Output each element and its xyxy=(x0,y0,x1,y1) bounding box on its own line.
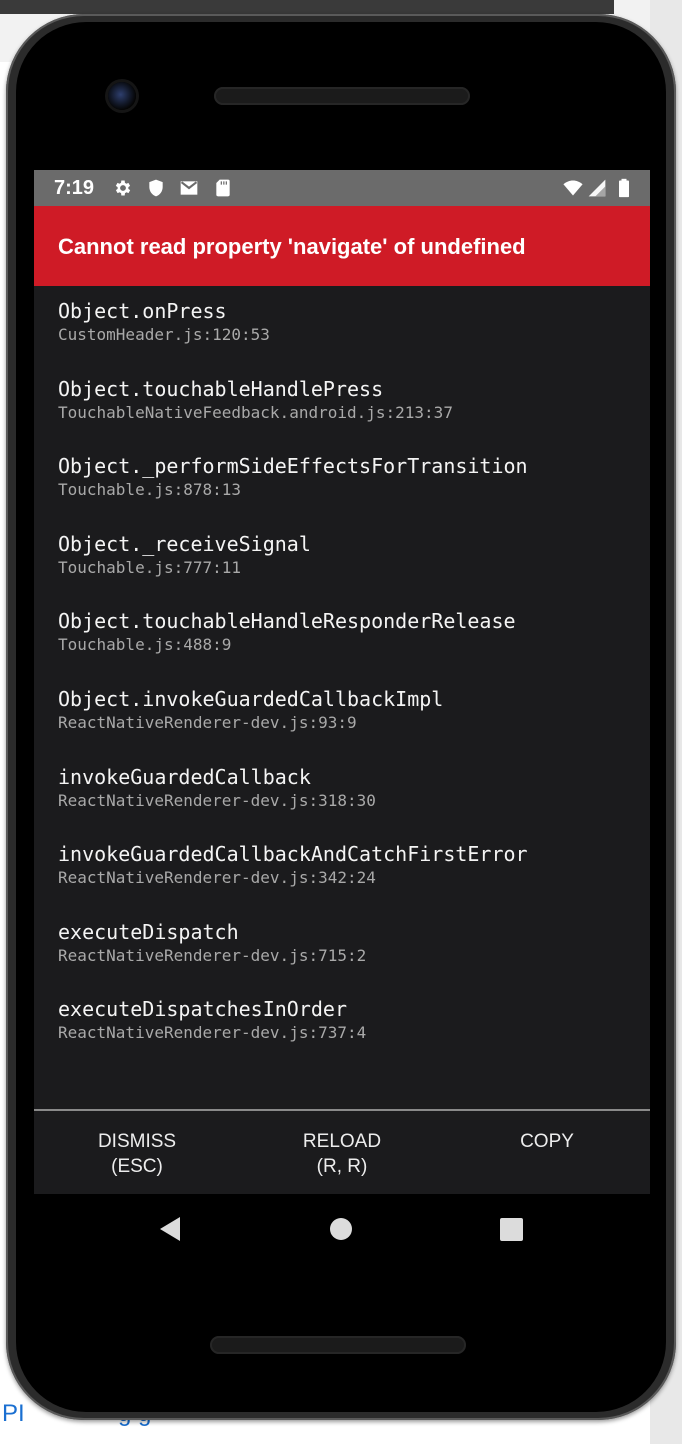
signal-icon xyxy=(588,179,606,197)
frame-function: executeDispatchesInOrder xyxy=(58,997,347,1022)
reload-shortcut: (R, R) xyxy=(316,1156,368,1177)
dismiss-button[interactable]: DISMISS (ESC) xyxy=(34,1129,240,1179)
frame-location: Touchable.js:488:9 xyxy=(58,635,232,655)
frame-location: ReactNativeRenderer-dev.js:342:24 xyxy=(58,868,376,888)
nav-back-icon[interactable] xyxy=(158,1216,182,1242)
frame-function: Object.onPress xyxy=(58,299,227,323)
stack-frame[interactable]: invokeGuardedCallback ReactNativeRendere… xyxy=(58,764,638,842)
frame-function: Object._performSideEffectsForTransition xyxy=(58,454,528,479)
stack-frame[interactable]: executeDispatch ReactNativeRenderer-dev.… xyxy=(58,919,638,997)
frame-location: Touchable.js:878:13 xyxy=(58,480,242,500)
footer-divider xyxy=(34,1109,650,1111)
stack-frame[interactable]: Object._performSideEffectsForTransition … xyxy=(58,453,638,531)
front-camera xyxy=(108,82,136,110)
settings-icon xyxy=(115,180,131,196)
frame-location: ReactNativeRenderer-dev.js:715:2 xyxy=(58,945,367,965)
battery-icon xyxy=(619,178,629,198)
bottom-speaker-grille xyxy=(210,1336,466,1354)
status-bar: 7:19 xyxy=(34,170,650,206)
frame-location: ReactNativeRenderer-dev.js:737:4 xyxy=(58,1023,367,1043)
stack-frame[interactable]: Object.onPress CustomHeader.js:120:53 xyxy=(58,298,638,376)
frame-location: TouchableNativeFeedback.android.js:213:3… xyxy=(58,402,453,422)
phone-screen: 7:19 Cannot read property 'navigate' of … xyxy=(34,170,650,1194)
gmail-icon xyxy=(180,181,198,195)
stack-frame[interactable]: Object.invokeGuardedCallbackImpl ReactNa… xyxy=(58,686,638,764)
stack-frame[interactable]: invokeGuardedCallbackAndCatchFirstError … xyxy=(58,841,638,919)
reload-button[interactable]: RELOAD (R, R) xyxy=(239,1129,445,1179)
status-time: 7:19 xyxy=(54,177,95,199)
frame-function: Object._receiveSignal xyxy=(58,531,311,556)
error-title: Cannot read property 'navigate' of undef… xyxy=(58,234,526,259)
copy-button[interactable]: COPY xyxy=(444,1129,650,1154)
dismiss-shortcut: (ESC) xyxy=(111,1156,163,1177)
reload-label: RELOAD xyxy=(302,1131,382,1152)
frame-function: Object.invokeGuardedCallbackImpl xyxy=(58,686,444,711)
frame-function: invokeGuardedCallbackAndCatchFirstError xyxy=(58,842,528,867)
stack-frame[interactable]: Object.touchableHandlePress TouchableNat… xyxy=(58,376,638,454)
shield-icon xyxy=(149,179,163,197)
copy-label: COPY xyxy=(520,1131,574,1152)
frame-function: executeDispatch xyxy=(58,919,239,944)
desktop-link-text[interactable]: PI xyxy=(2,1400,25,1428)
dismiss-label: DISMISS xyxy=(97,1131,177,1152)
error-header: Cannot read property 'navigate' of undef… xyxy=(34,206,650,286)
nav-home-icon[interactable] xyxy=(330,1218,352,1240)
frame-location: Touchable.js:777:11 xyxy=(58,557,242,577)
frame-location: ReactNativeRenderer-dev.js:93:9 xyxy=(58,712,357,732)
nav-recents-icon[interactable] xyxy=(500,1218,523,1241)
frame-location: ReactNativeRenderer-dev.js:318:30 xyxy=(58,790,376,810)
top-speaker-grille xyxy=(214,87,470,105)
frame-function: Object.touchableHandlePress xyxy=(58,376,384,401)
frame-function: invokeGuardedCallback xyxy=(58,764,311,789)
frame-function: Object.touchableHandleResponderRelease xyxy=(58,609,516,634)
frame-location: CustomHeader.js:120:53 xyxy=(58,325,270,344)
wifi-icon xyxy=(563,180,583,196)
stack-frame[interactable]: executeDispatchesInOrder ReactNativeRend… xyxy=(58,996,638,1074)
stack-frame[interactable]: Object.touchableHandleResponderRelease T… xyxy=(58,608,638,686)
stack-trace-list[interactable]: Object.onPress CustomHeader.js:120:53 Ob… xyxy=(58,298,638,1074)
sd-card-icon xyxy=(216,179,230,197)
stack-frame[interactable]: Object._receiveSignal Touchable.js:777:1… xyxy=(58,531,638,609)
